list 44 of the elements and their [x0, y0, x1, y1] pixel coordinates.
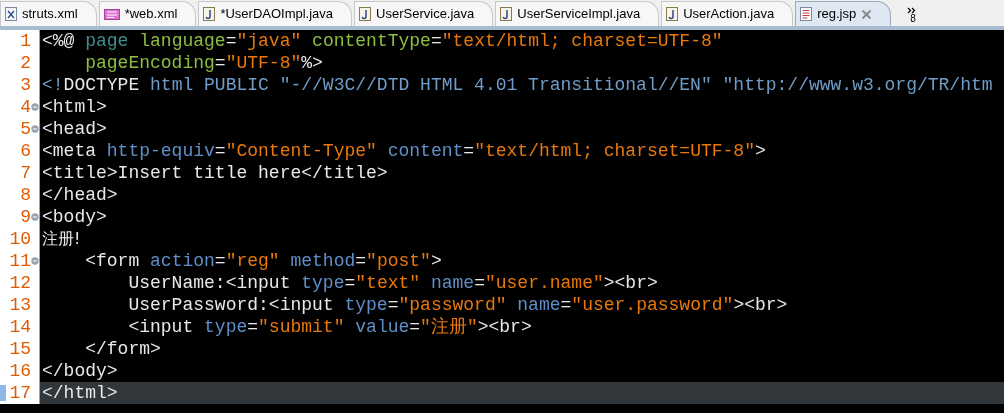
line-number: 2: [20, 52, 31, 74]
document-icon: [800, 7, 813, 21]
line-number: 4: [20, 96, 31, 118]
editor-tab[interactable]: reg.jsp: [795, 1, 892, 26]
tab-label: UserService.java: [376, 5, 475, 24]
line-number: 17: [9, 382, 31, 404]
line-number: 8: [20, 184, 31, 206]
java-file-icon: [666, 7, 679, 21]
editor-tab[interactable]: UserService.java: [354, 1, 494, 26]
close-icon[interactable]: [861, 8, 873, 20]
line-number: 3: [20, 74, 31, 96]
tab-label: UserServiceImpl.java: [517, 5, 641, 24]
hidden-tab-count: 8: [910, 14, 916, 24]
tab-label: reg.jsp: [817, 5, 857, 24]
line-number: 13: [9, 294, 31, 316]
editor-tab[interactable]: *web.xml: [98, 1, 197, 26]
fold-toggle-icon[interactable]: [31, 103, 39, 111]
editor-tab[interactable]: *UserDAOImpl.java: [198, 1, 353, 26]
line-number: 6: [20, 140, 31, 162]
tab-label: *UserDAOImpl.java: [220, 5, 334, 24]
line-number: 9: [20, 206, 31, 228]
editor-tab[interactable]: UserAction.java: [661, 1, 794, 26]
line-number: 5: [20, 118, 31, 140]
line-number: 11: [9, 250, 31, 272]
line-number: 12: [9, 272, 31, 294]
line-number: 1: [20, 30, 31, 52]
editor-tab[interactable]: UserServiceImpl.java: [495, 1, 660, 26]
tab-label: UserAction.java: [683, 5, 775, 24]
fold-toggle-icon[interactable]: [31, 125, 39, 133]
editor-tab[interactable]: struts.xml: [0, 1, 97, 26]
java-file-icon: [359, 7, 372, 21]
fold-toggle-icon[interactable]: [31, 257, 39, 265]
line-number: 7: [20, 162, 31, 184]
line-number: 10: [9, 228, 31, 250]
tab-label: struts.xml: [22, 5, 78, 24]
line-number: 16: [9, 360, 31, 382]
tab-label: *web.xml: [124, 5, 178, 24]
java-file-icon: [500, 7, 513, 21]
line-number: 15: [9, 338, 31, 360]
java-file-icon: [203, 7, 216, 21]
tab-overflow-button[interactable]: 8: [907, 7, 917, 24]
fold-toggle-icon[interactable]: [31, 213, 39, 221]
double-chevron-icon: [907, 7, 917, 14]
line-number: 14: [9, 316, 31, 338]
